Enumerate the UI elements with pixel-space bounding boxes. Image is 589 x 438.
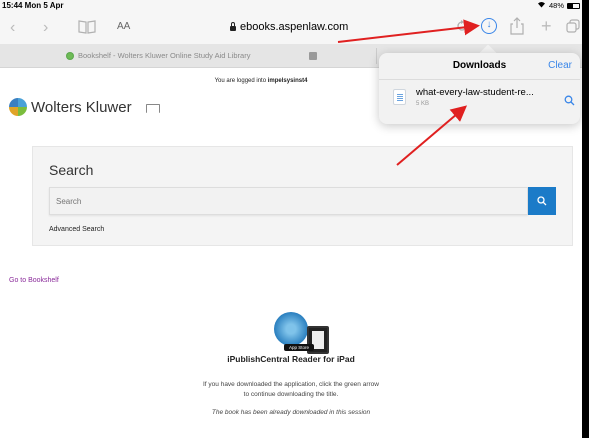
status-time: 15:44 Mon 5 Apr (2, 1, 64, 10)
text-size-button[interactable]: AA (117, 21, 130, 32)
status-bar: 15:44 Mon 5 Apr 48% (0, 0, 582, 12)
brand-name: Wolters Kluwer (31, 98, 132, 116)
tab-close-icon[interactable] (309, 52, 317, 60)
downloads-popover: Downloads Clear what-every-law-student-r… (379, 53, 580, 124)
forward-icon[interactable]: › (43, 18, 48, 38)
show-in-files-icon[interactable] (564, 93, 575, 111)
wifi-icon (537, 1, 546, 10)
tab-divider (376, 48, 377, 64)
search-icon (537, 196, 547, 206)
popover-divider (379, 79, 580, 80)
screen-edge (582, 0, 589, 438)
tab-title: Bookshelf - Wolters Kluwer Online Study … (78, 51, 251, 60)
back-icon[interactable]: ‹ (10, 18, 15, 38)
app-description-line-1: If you have downloaded the application, … (203, 381, 379, 388)
download-file-name[interactable]: what-every-law-student-re... (416, 87, 534, 98)
logged-in-user: impelsysinst4 (267, 78, 308, 84)
share-icon[interactable] (510, 17, 524, 41)
reload-icon[interactable] (455, 19, 469, 39)
download-file-size: 5 KB (416, 101, 430, 107)
battery-icon (567, 2, 580, 9)
clear-downloads-button[interactable]: Clear (548, 60, 572, 71)
search-button[interactable] (528, 187, 556, 215)
document-icon (393, 89, 406, 105)
address-bar[interactable]: ebooks.aspenlaw.com (230, 21, 348, 33)
app-store-badge[interactable]: App Store (284, 344, 314, 351)
app-title: iPublishCentral Reader for iPad (227, 354, 355, 364)
ipad-screen: 15:44 Mon 5 Apr 48% ‹ › AA ebooks.aspenl… (0, 0, 582, 438)
download-note: The book has been already downloaded in … (211, 409, 371, 416)
site-favicon-icon (66, 51, 74, 60)
tabs-icon[interactable] (566, 19, 580, 39)
bookmarks-icon[interactable] (78, 20, 96, 40)
brand-logo[interactable]: Wolters Kluwer (9, 98, 132, 116)
app-description-line-2: to continue downloading the title. (243, 391, 339, 398)
tab-active[interactable]: Bookshelf - Wolters Kluwer Online Study … (66, 51, 250, 60)
search-title: Search (49, 162, 94, 178)
app-description: If you have downloaded the application, … (0, 380, 582, 400)
search-panel: Search Advanced Search (32, 146, 573, 246)
battery-percent: 48% (548, 1, 564, 10)
logged-in-prefix: You are logged into (214, 78, 267, 84)
lock-icon (230, 21, 236, 31)
ipublish-logo-icon (274, 312, 308, 346)
new-tab-icon[interactable]: + (541, 16, 552, 36)
wolters-kluwer-logo-icon (9, 98, 27, 116)
search-input[interactable] (49, 187, 528, 215)
browser-toolbar: ‹ › AA ebooks.aspenlaw.com ↓ + (0, 12, 582, 44)
placeholder-icon (146, 104, 160, 113)
status-right: 48% (537, 1, 580, 10)
downloads-icon[interactable]: ↓ (481, 18, 497, 34)
advanced-search-link[interactable]: Advanced Search (49, 226, 104, 233)
go-to-bookshelf-link[interactable]: Go to Bookshelf (9, 277, 59, 284)
url-text: ebooks.aspenlaw.com (240, 21, 349, 33)
